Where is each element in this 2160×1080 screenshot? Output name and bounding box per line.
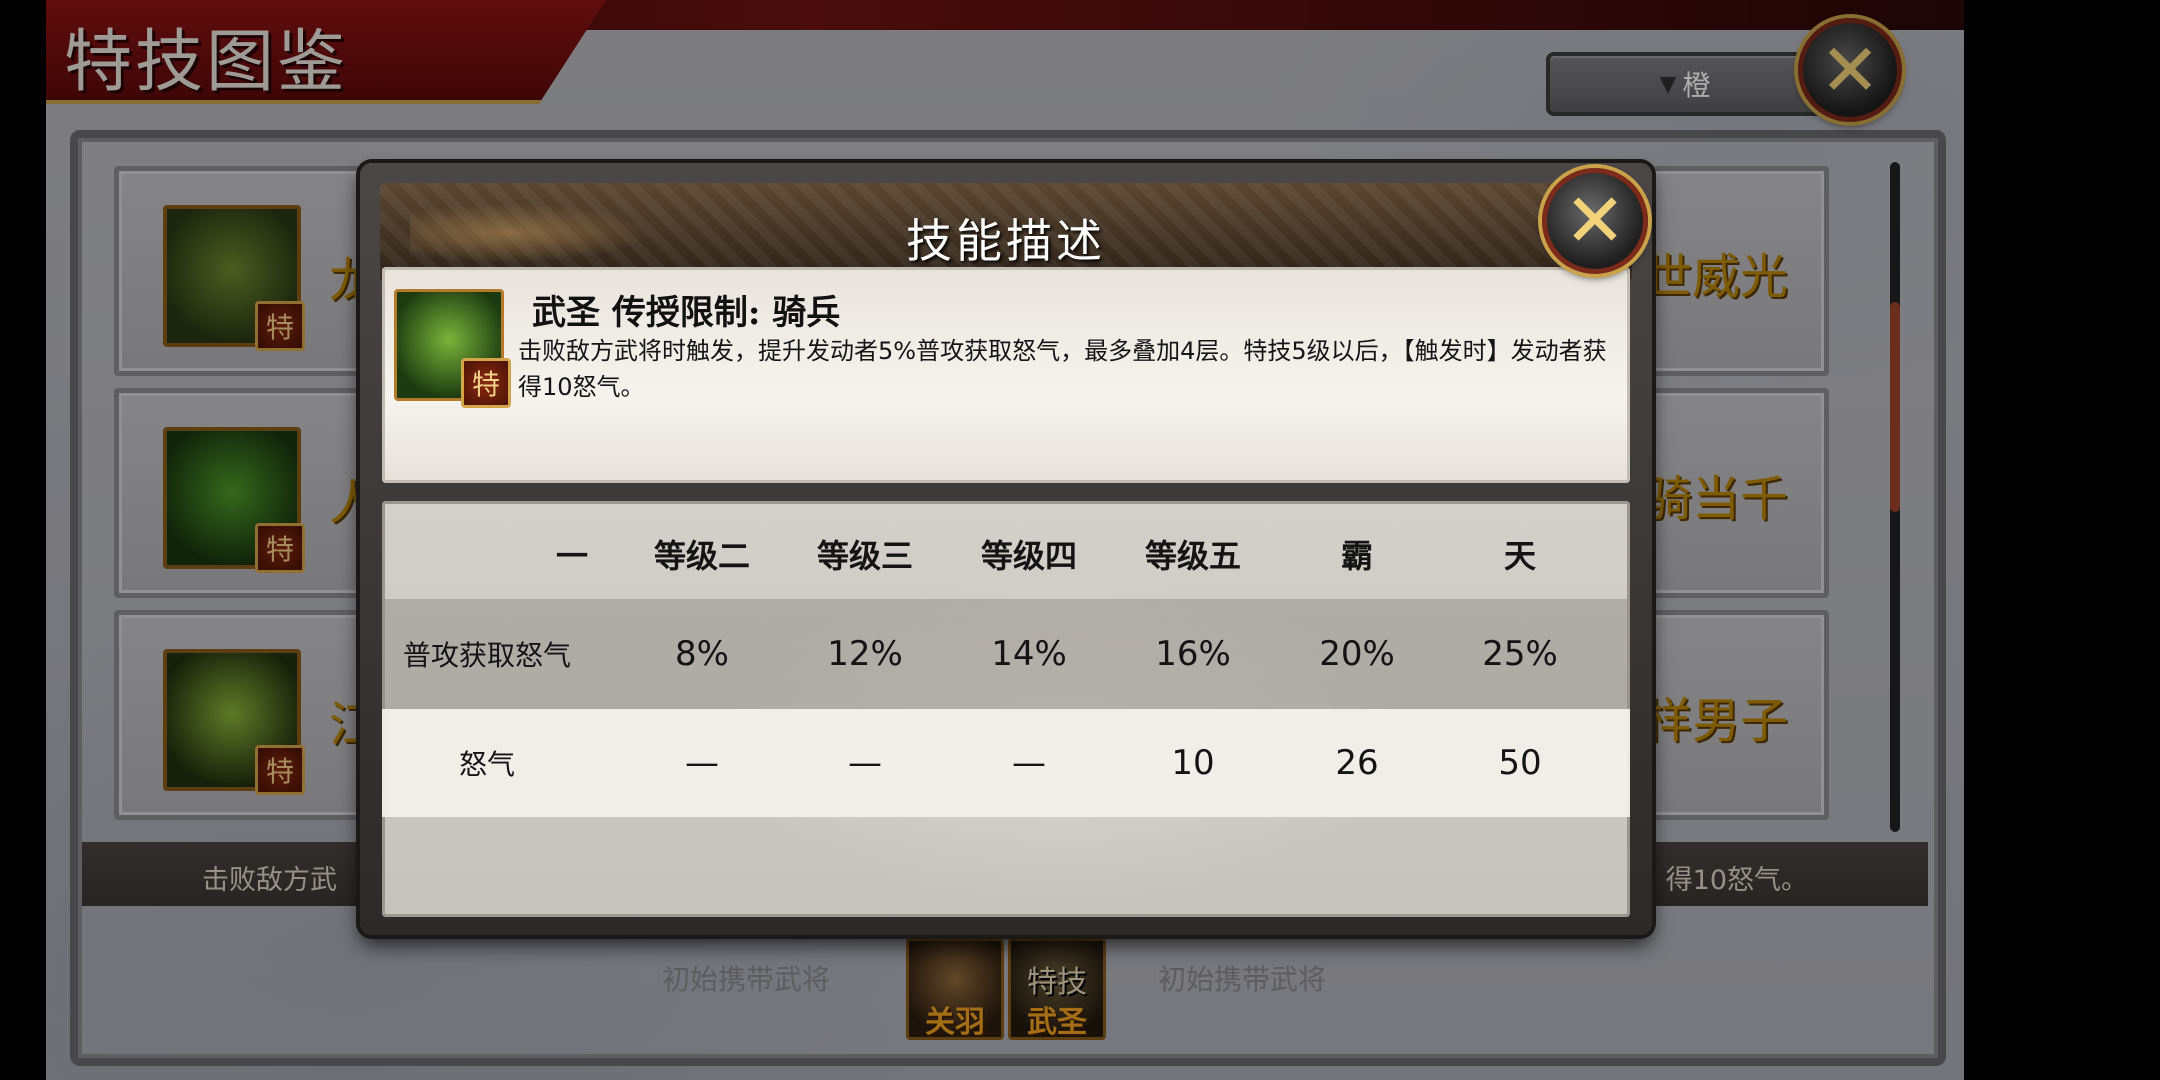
header-cell: 等级二: [653, 537, 750, 575]
table-row: 怒气 — — — 10 26 50: [382, 709, 1630, 817]
table-cell: —: [1012, 743, 1046, 783]
row-label: 普攻获取怒气: [402, 639, 571, 672]
skill-name: 武圣 传授限制: 骑兵: [532, 293, 841, 333]
table-cell: 8%: [675, 634, 729, 674]
table-cell: 10: [1171, 743, 1215, 783]
table-cell: 50: [1498, 743, 1542, 783]
table-cell: —: [685, 743, 719, 783]
modal-header: 技能描述: [380, 183, 1632, 279]
skill-description: 击败敌方武将时触发，提升发动者5%普攻获取怒气，最多叠加4层。特技5级以后，【触…: [518, 337, 1607, 401]
table-cell: 25%: [1482, 634, 1558, 674]
header-cell: 一: [555, 537, 588, 575]
table-cell: 12%: [827, 634, 903, 674]
header-cell: 天: [1503, 537, 1536, 575]
table-cell: 20%: [1319, 634, 1395, 674]
skill-icon: 特: [394, 289, 511, 408]
close-modal-button[interactable]: ✕: [1542, 168, 1648, 274]
special-tag-icon: 特: [461, 358, 511, 408]
skill-description-modal: 技能描述 特 武圣 传授限制: 骑兵 击败敌方武将时触发，提升发动者5%普攻获取…: [360, 163, 1652, 935]
modal-title: 技能描述: [906, 214, 1106, 268]
header-cell: 等级三: [816, 537, 913, 575]
header-cell: 等级五: [1144, 537, 1241, 575]
table-cell: 14%: [991, 634, 1067, 674]
close-icon: ✕: [1563, 178, 1626, 264]
table-cell: 26: [1335, 743, 1379, 783]
table-row: 普攻获取怒气 8% 12% 14% 16% 20% 25%: [382, 599, 1630, 709]
skill-info-box: 特 武圣 传授限制: 骑兵 击败敌方武将时触发，提升发动者5%普攻获取怒气，最多…: [382, 267, 1630, 483]
table-cell: —: [848, 743, 882, 783]
header-cell: 等级四: [980, 537, 1077, 575]
skill-level-table: 一 等级二 等级三 等级四 等级五 霸 天 普攻获取怒气 8% 12% 14% …: [382, 501, 1630, 917]
table-header-row: 一 等级二 等级三 等级四 等级五 霸 天: [382, 509, 1630, 599]
header-cell: 霸: [1340, 537, 1373, 575]
table-cell: 16%: [1155, 634, 1231, 674]
row-label: 怒气: [458, 748, 515, 781]
